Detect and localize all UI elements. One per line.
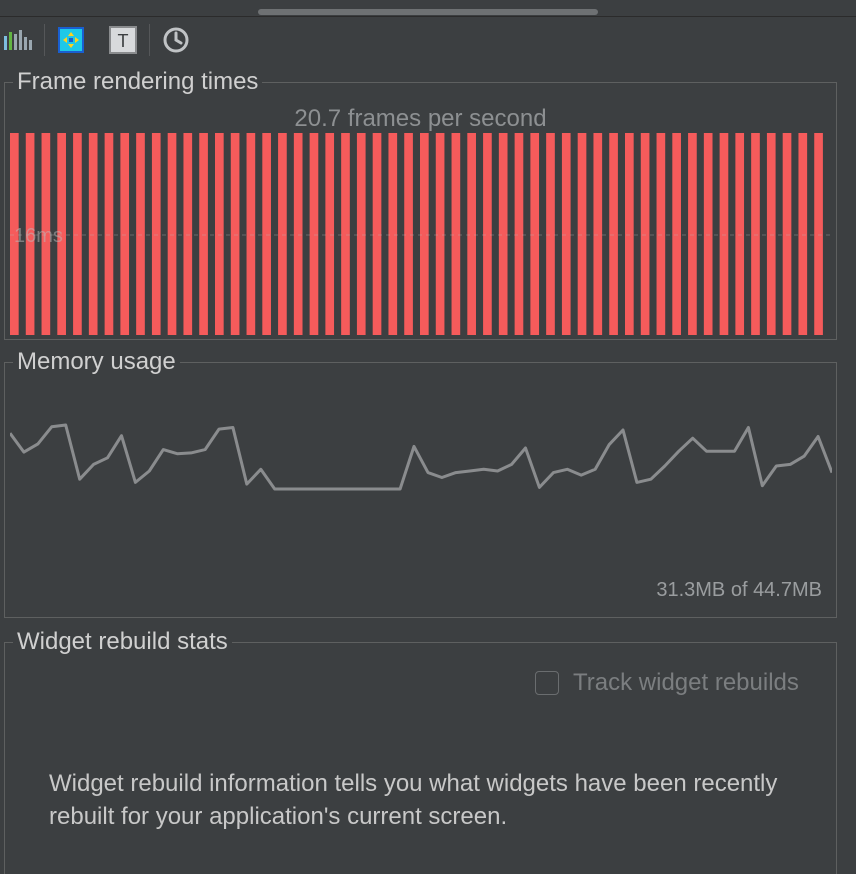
frame-bar xyxy=(814,133,823,335)
frame-bar xyxy=(467,133,476,335)
toolbar-separator xyxy=(44,24,45,56)
widget-rebuild-panel: Widget rebuild stats Track widget rebuil… xyxy=(4,628,837,874)
frame-bar xyxy=(688,133,697,335)
frame-bar xyxy=(199,133,208,335)
frame-bar xyxy=(420,133,429,335)
frame-bar xyxy=(640,133,650,335)
frame-bar xyxy=(120,133,130,335)
frame-bar xyxy=(561,133,571,335)
frame-bar xyxy=(325,133,335,335)
frame-bar xyxy=(356,133,366,335)
debug-paint-icon xyxy=(58,27,84,53)
clock-icon xyxy=(163,27,189,53)
slow-animations-button[interactable] xyxy=(158,22,194,58)
frame-bar xyxy=(230,133,240,335)
memory-usage-panel: Memory usage 31.3MB of 44.7MB xyxy=(4,348,837,618)
performance-overlay-button[interactable] xyxy=(0,22,36,58)
frame-bar xyxy=(593,133,603,335)
frame-bar xyxy=(246,133,256,335)
widget-rebuild-title: Widget rebuild stats xyxy=(13,628,232,656)
frame-bar xyxy=(309,133,319,335)
frame-time-chart: 16ms xyxy=(10,133,830,335)
frame-bar xyxy=(388,133,398,335)
fps-readout: 20.7 frames per second xyxy=(294,105,547,132)
svg-text:T: T xyxy=(118,31,129,51)
track-widget-rebuilds-option[interactable]: Track widget rebuilds xyxy=(535,669,799,697)
frame-bar xyxy=(151,133,161,335)
frame-bar xyxy=(766,133,776,335)
frame-bar xyxy=(609,133,618,335)
toolbar-separator xyxy=(149,24,150,56)
memory-usage-chart xyxy=(10,423,832,491)
frame-bar xyxy=(798,133,808,335)
frame-bar xyxy=(136,133,145,335)
frame-bar xyxy=(73,133,82,335)
frame-bar xyxy=(404,133,413,335)
frame-rendering-title: Frame rendering times xyxy=(13,68,263,96)
widget-rebuild-info-text: Widget rebuild information tells you wha… xyxy=(49,770,778,830)
performance-overlay-icon xyxy=(4,30,32,50)
frame-rendering-panel: Frame rendering times 20.7 frames per se… xyxy=(4,68,837,340)
frame-bar xyxy=(719,133,729,335)
frame-bar xyxy=(703,133,713,335)
frame-bar xyxy=(293,133,303,335)
text-baseline-button[interactable]: T xyxy=(105,22,141,58)
frame-bar xyxy=(341,133,350,335)
frame-bar xyxy=(782,133,792,335)
debug-paint-button[interactable] xyxy=(53,22,89,58)
frame-bar xyxy=(514,133,524,335)
frame-bar xyxy=(530,133,540,335)
track-widget-rebuilds-label: Track widget rebuilds xyxy=(573,669,799,696)
track-widget-rebuilds-checkbox[interactable] xyxy=(535,671,559,695)
frame-bar xyxy=(735,133,745,335)
frame-bar xyxy=(577,133,587,335)
frame-bar xyxy=(751,133,760,335)
frame-threshold-label: 16ms xyxy=(14,225,63,247)
frame-bar xyxy=(451,133,461,335)
frame-bar xyxy=(167,133,177,335)
memory-usage-line xyxy=(10,423,832,491)
frame-bar xyxy=(498,133,508,335)
memory-usage-readout: 31.3MB of 44.7MB xyxy=(656,579,822,601)
frame-bar xyxy=(672,133,681,335)
frame-bar xyxy=(183,133,193,335)
frame-bar xyxy=(372,133,382,335)
frame-bar xyxy=(262,133,271,335)
frame-bar xyxy=(435,133,445,335)
frame-bar xyxy=(546,133,555,335)
frame-bar xyxy=(278,133,287,335)
frame-bar xyxy=(215,133,224,335)
horizontal-scrollbar[interactable] xyxy=(258,9,598,15)
frame-bar xyxy=(104,133,114,335)
frame-bar xyxy=(656,133,666,335)
frame-bar xyxy=(483,133,492,335)
frame-bar xyxy=(88,133,98,335)
text-baseline-icon: T xyxy=(109,26,137,54)
memory-usage-title: Memory usage xyxy=(13,348,180,376)
inspector-toolbar: T xyxy=(0,17,856,63)
frame-bar xyxy=(625,133,634,335)
